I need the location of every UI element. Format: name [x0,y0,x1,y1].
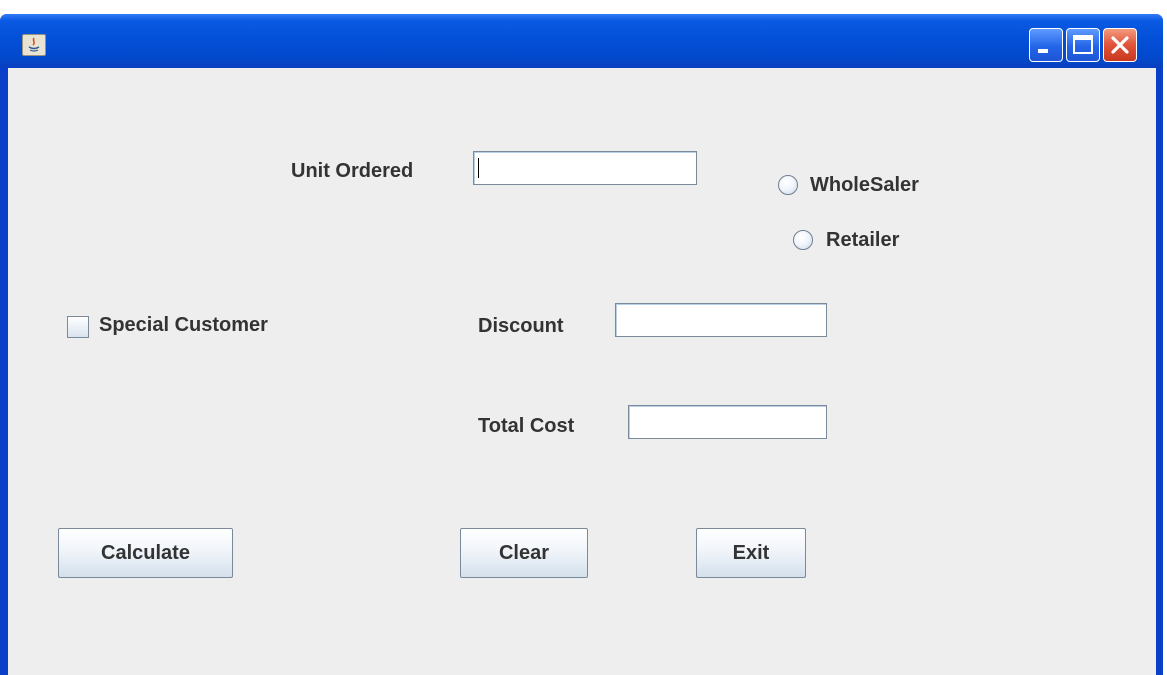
discount-field[interactable] [615,303,827,337]
total-cost-label: Total Cost [478,415,575,437]
unit-ordered-label: Unit Ordered [291,160,414,182]
unit-ordered-field[interactable] [473,151,697,185]
java-app-icon[interactable] [22,34,46,56]
special-customer-label[interactable]: Special Customer [99,314,268,337]
minimize-button[interactable] [1029,28,1063,62]
maximize-button[interactable] [1066,28,1100,62]
close-icon [1111,36,1129,54]
exit-button[interactable]: Exit [696,528,806,578]
close-button[interactable] [1103,28,1137,62]
text-caret [478,158,479,178]
minimize-icon [1038,49,1048,53]
retailer-label[interactable]: Retailer [826,229,899,252]
special-customer-checkbox[interactable] [67,316,89,338]
form-panel: Unit Ordered WholeSaler Retailer Special… [8,68,1156,675]
wholesaler-label[interactable]: WholeSaler [810,174,919,197]
app-window: Unit Ordered WholeSaler Retailer Special… [0,14,1163,675]
maximize-icon [1073,35,1093,54]
title-bar[interactable] [0,14,1163,68]
clear-button[interactable]: Clear [460,528,588,578]
retailer-radio[interactable] [793,230,813,250]
total-cost-field[interactable] [628,405,827,439]
discount-label: Discount [478,315,564,337]
calculate-button[interactable]: Calculate [58,528,233,578]
wholesaler-radio[interactable] [778,175,798,195]
